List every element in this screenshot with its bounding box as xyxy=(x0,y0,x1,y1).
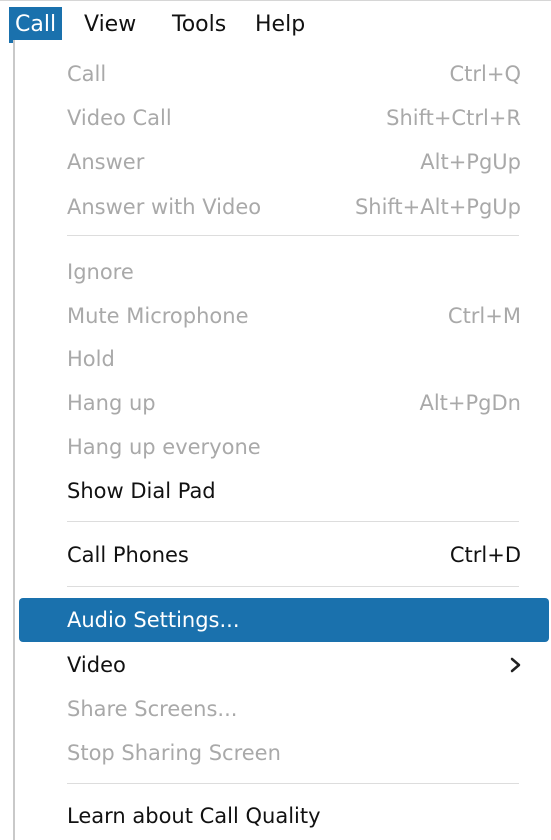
menu-item-shortcut: Ctrl+D xyxy=(449,543,521,567)
menu-item-answer-with-video[interactable]: Answer with Video Shift+Alt+PgUp xyxy=(29,185,549,229)
menu-item-label: Ignore xyxy=(67,260,134,284)
menu-item-label: Mute Microphone xyxy=(67,304,249,328)
menu-item-label: Video Call xyxy=(67,106,172,130)
menu-separator xyxy=(67,783,519,784)
menu-item-answer[interactable]: Answer Alt+PgUp xyxy=(29,140,549,184)
menubar-tools[interactable]: Tools xyxy=(166,7,232,43)
menu-separator xyxy=(67,521,519,522)
call-dropdown-menu: Call Ctrl+Q Video Call Shift+Ctrl+R Answ… xyxy=(13,40,551,840)
menu-item-label: Audio Settings... xyxy=(67,608,240,632)
menu-item-video-call[interactable]: Video Call Shift+Ctrl+R xyxy=(29,96,549,140)
menu-item-label: Stop Sharing Screen xyxy=(67,741,281,765)
menu-item-shortcut: Shift+Ctrl+R xyxy=(386,106,521,130)
menu-item-label: Hold xyxy=(67,347,115,371)
menu-item-label: Hang up xyxy=(67,391,156,415)
menu-item-shortcut: Shift+Alt+PgUp xyxy=(354,195,521,219)
menu-item-label: Answer xyxy=(67,150,145,174)
menu-item-stop-sharing-screen[interactable]: Stop Sharing Screen xyxy=(29,731,549,775)
menu-item-ignore[interactable]: Ignore xyxy=(29,250,549,294)
menu-item-label: Hang up everyone xyxy=(67,435,261,459)
menu-item-label: Show Dial Pad xyxy=(67,479,216,503)
screen: Call View Tools Help Call Ctrl+Q Video C… xyxy=(0,0,551,840)
menu-item-shortcut: Ctrl+Q xyxy=(449,62,522,86)
menu-separator xyxy=(67,586,519,587)
chevron-right-icon xyxy=(510,657,521,673)
menu-item-share-screens[interactable]: Share Screens... xyxy=(29,687,549,731)
menu-item-video[interactable]: Video xyxy=(29,643,549,687)
menubar-view[interactable]: View xyxy=(78,7,142,43)
menu-separator xyxy=(67,235,519,236)
menu-item-hang-up-everyone[interactable]: Hang up everyone xyxy=(29,425,549,469)
menu-item-call-phones[interactable]: Call Phones Ctrl+D xyxy=(29,533,549,577)
menubar-help[interactable]: Help xyxy=(249,7,311,43)
menu-item-hold[interactable]: Hold xyxy=(29,337,549,381)
menu-item-label: Answer with Video xyxy=(67,195,262,219)
menu-item-label: Learn about Call Quality xyxy=(67,804,321,828)
menu-item-shortcut: Alt+PgUp xyxy=(420,150,521,174)
menu-item-label: Video xyxy=(67,653,126,677)
menubar: Call View Tools Help xyxy=(0,0,551,44)
menu-item-label: Share Screens... xyxy=(67,697,238,721)
menu-item-hang-up[interactable]: Hang up Alt+PgDn xyxy=(29,381,549,425)
menu-item-call[interactable]: Call Ctrl+Q xyxy=(29,52,549,96)
menu-item-label: Call xyxy=(67,62,107,86)
menu-item-shortcut: Ctrl+M xyxy=(447,304,521,328)
menu-item-shortcut: Alt+PgDn xyxy=(419,391,521,415)
menu-item-learn-about-call-quality[interactable]: Learn about Call Quality xyxy=(29,794,549,838)
menubar-call[interactable]: Call xyxy=(9,7,63,43)
menu-item-label: Call Phones xyxy=(67,543,189,567)
menu-item-audio-settings[interactable]: Audio Settings... xyxy=(19,598,549,642)
menu-item-mute-microphone[interactable]: Mute Microphone Ctrl+M xyxy=(29,294,549,338)
menu-item-show-dial-pad[interactable]: Show Dial Pad xyxy=(29,469,549,513)
